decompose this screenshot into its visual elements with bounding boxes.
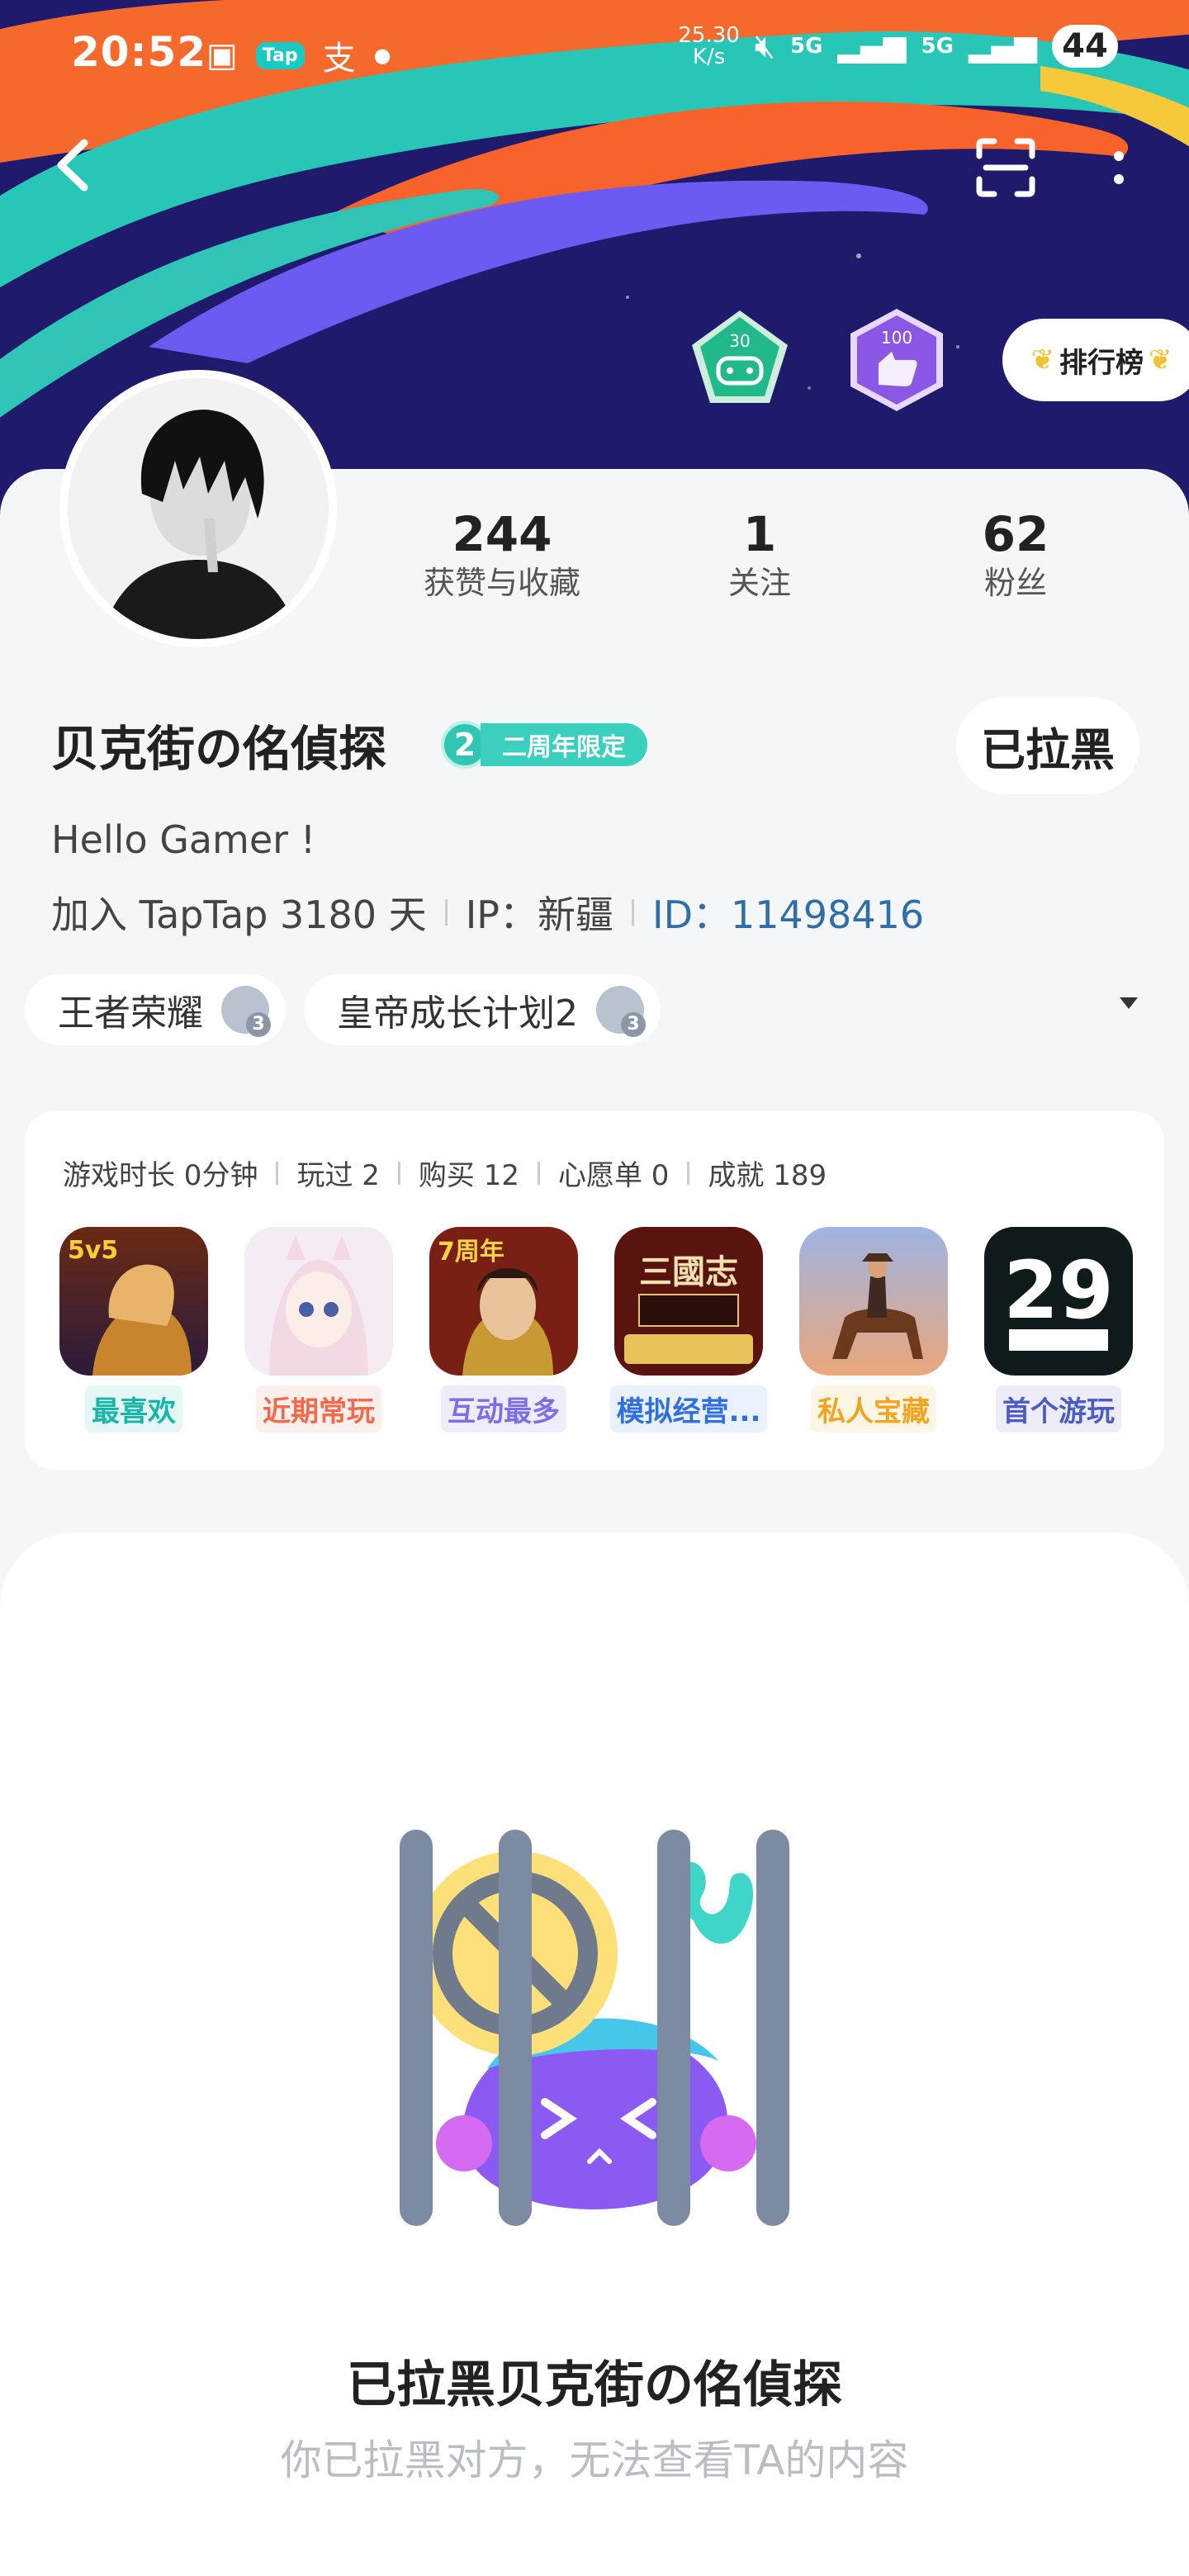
scan-icon[interactable] [974,136,1037,199]
screenshot-icon: ▣ [206,36,238,74]
stat-following[interactable]: 1 关注 [677,505,842,603]
divider [632,899,634,926]
game-icon-text: 三國志 [639,1252,738,1291]
achievement-badge-100[interactable]: 100 [842,305,951,414]
divider [276,1161,279,1185]
blocked-button[interactable]: 已拉黑 [956,697,1139,794]
expand-tags-icon[interactable] [1120,997,1138,1009]
game-label: 最喜欢 [85,1385,182,1432]
game-label: 模拟经营... [609,1385,768,1432]
tag-item[interactable]: 王者荣耀 [25,974,286,1045]
laurel-left-icon: ❦ [1030,343,1055,376]
ranking-label: 排行榜 [1059,346,1144,380]
tag-label: 王者荣耀 [58,992,203,1035]
net-speed-unit: K/s [692,45,726,69]
stat-likes-label: 获赞与收藏 [423,565,580,601]
back-icon[interactable] [50,136,99,194]
status-bar: 20:52 ▣ Tap 支 ● 25.30 K/s 🔇︎ 5G ▂▄▆ 5G ▂… [0,0,1189,107]
signal-bars-icon: ▂▄▆ [837,29,907,64]
game-icon-29-days: 29 [984,1227,1133,1376]
user-meta: 加入 TapTap 3180 天 IP：新疆 ID：11498416 [51,885,924,940]
mute-icon: 🔇︎ [754,27,775,65]
game-stats: 游戏时长 0分钟 玩过 2 购买 12 心愿单 0 成就 189 [63,1153,827,1193]
stat-played[interactable]: 玩过 2 [296,1153,379,1193]
games-card: 游戏时长 0分钟 玩过 2 购买 12 心愿单 0 成就 189 5v5 最喜欢 [25,1111,1164,1470]
divider [397,1161,400,1185]
achievement-badge-30[interactable]: 30 [685,305,794,414]
signal-bars-icon-2: ▂▄▆ [968,29,1037,64]
stat-likes-value: 244 [452,506,552,562]
avatar-image [68,378,329,639]
divider [687,1161,690,1185]
game-icon-honor-of-kings: 5v5 [59,1227,208,1376]
user-name: 贝克街の佲偵探 [51,721,387,777]
taptap-icon: Tap [255,41,305,69]
signal-5g-label: 5G [790,34,823,59]
game-tags: 王者荣耀 皇帝成长计划2 [25,974,661,1045]
stat-wishlist[interactable]: 心愿单 0 [558,1153,669,1193]
clock: 20:52 [71,28,207,76]
game-icon-text: 5v5 [68,1236,118,1265]
stat-likes[interactable]: 244 获赞与收藏 [403,505,601,603]
game-label: 互动最多 [441,1385,566,1432]
game-list: 5v5 最喜欢 近期常玩 7周年 互动最多 三國志 模拟经营... 私人宝藏 2… [59,1227,1133,1432]
net-speed: 25.30 K/s [678,25,739,68]
status-icons-right: 25.30 K/s 🔇︎ 5G ▂▄▆ 5G ▂▄▆ 44 [678,25,1118,68]
stat-purchased[interactable]: 购买 12 [419,1153,519,1193]
laurel-right-icon: ❦ [1149,343,1172,376]
game-item[interactable]: 私人宝藏 [799,1227,948,1432]
level-badge-icon [596,986,646,1037]
anniversary-badge[interactable]: 2 二周年限定 [441,720,647,769]
divider [444,899,448,926]
net-speed-value: 25.30 [678,23,740,48]
alipay-icon: 支 [322,40,356,78]
join-days: 加入 TapTap 3180 天 [51,893,427,937]
level-badge-icon [221,986,271,1037]
tag-label: 皇帝成长计划2 [337,992,578,1035]
stat-fans-value: 62 [982,506,1049,562]
game-label: 近期常玩 [256,1385,381,1432]
dot-icon: ● [373,44,391,67]
blocked-subtitle: 你已拉黑对方，无法查看TA的内容 [280,2436,909,2484]
avatar[interactable] [59,370,337,647]
status-icons-left: ▣ Tap 支 ● [206,31,391,79]
ranking-button[interactable]: ❦ 排行榜 ❦ [1002,319,1189,401]
game-icon-emperor: 7周年 [429,1227,578,1376]
blocked-illustration-icon [400,1830,789,2226]
game-item[interactable]: 29 首个游玩 [984,1227,1133,1432]
game-icon-three-kingdoms: 三國志 [614,1227,763,1376]
signal-5g-label-2: 5G [921,34,954,59]
user-id[interactable]: ID：11498416 [652,885,924,940]
game-icon-text: 29 [1003,1244,1114,1337]
stat-achievements[interactable]: 成就 189 [708,1153,827,1193]
badge-30-text: 30 [729,331,750,351]
game-label: 首个游玩 [996,1385,1121,1432]
stat-fans-label: 粉丝 [983,565,1047,601]
anniversary-label: 二周年限定 [481,723,647,766]
blocked-title: 已拉黑贝克街の佲偵探 [347,2356,842,2414]
game-item[interactable]: 三國志 模拟经营... [609,1227,768,1432]
ip-location: IP：新疆 [465,893,613,937]
battery-indicator: 44 [1052,25,1118,68]
badge-100-text: 100 [881,328,912,348]
stat-playtime[interactable]: 游戏时长 0分钟 [63,1153,258,1193]
stat-fans[interactable]: 62 粉丝 [933,505,1098,603]
user-bio: Hello Gamer ! [51,817,316,862]
game-item[interactable]: 7周年 互动最多 [429,1227,578,1432]
blocked-content-card [0,1532,1189,2576]
stat-following-value: 1 [742,506,777,562]
stat-following-label: 关注 [727,565,791,601]
game-icon-anime-girl [244,1227,393,1376]
divider [537,1161,540,1185]
game-icon-text: 7周年 [438,1238,504,1267]
game-item[interactable]: 5v5 最喜欢 [59,1227,208,1432]
game-icon-west-rider [799,1227,948,1376]
tag-item[interactable]: 皇帝成长计划2 [304,974,661,1045]
game-item[interactable]: 近期常玩 [244,1227,393,1432]
more-icon[interactable] [1106,144,1131,194]
game-label: 私人宝藏 [811,1385,936,1432]
